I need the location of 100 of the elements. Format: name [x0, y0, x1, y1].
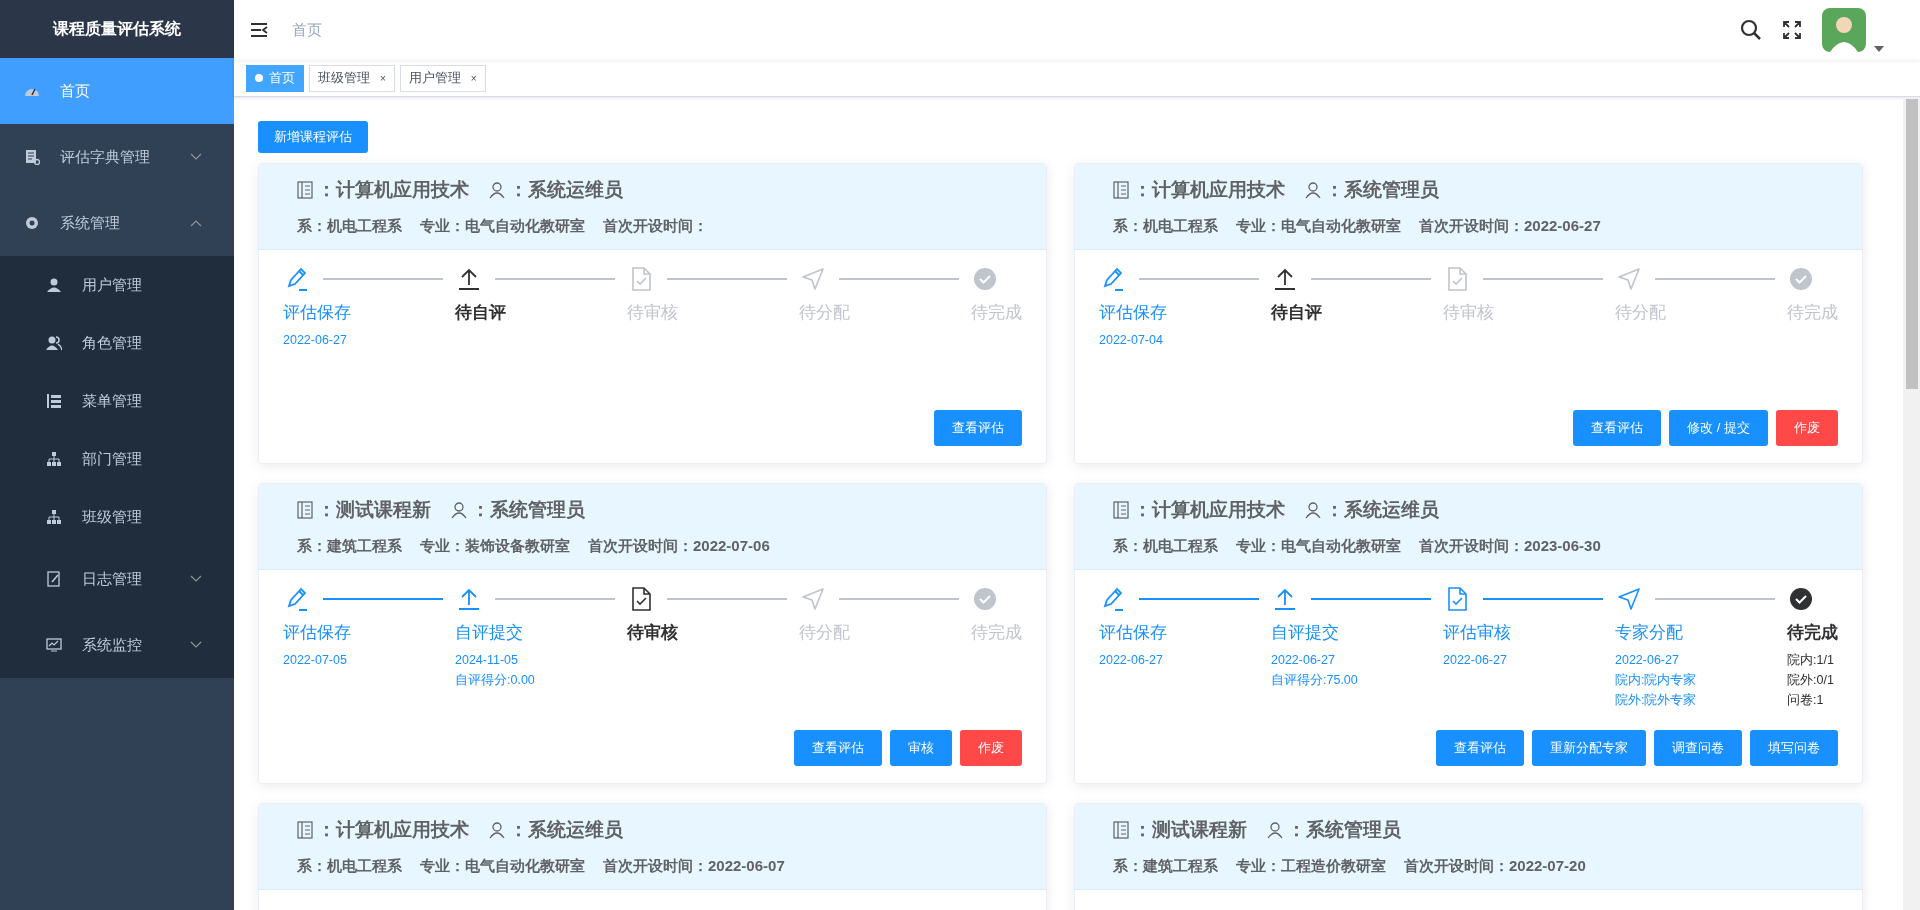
course-name: ：计算机应用技术: [1133, 498, 1285, 522]
action-button[interactable]: 填写问卷: [1750, 730, 1838, 766]
step-title: 待分配: [799, 302, 851, 324]
tree-table-icon: [46, 393, 62, 409]
step-title: 专家分配: [1615, 622, 1684, 644]
tag-tab[interactable]: 首页: [246, 64, 304, 92]
step-detail: 问卷:1: [1787, 691, 1824, 709]
submenu-item[interactable]: 部门管理: [0, 430, 234, 488]
user-name: ：系统管理员: [1325, 178, 1439, 202]
step-detail: 院内:院内专家: [1615, 671, 1698, 689]
step-detail: 2022-06-27: [283, 331, 348, 349]
step-title: 自评提交: [455, 622, 524, 644]
user-icon: [1305, 181, 1321, 199]
list-icon: [297, 501, 313, 520]
step-title: 待分配: [799, 622, 851, 644]
submenu-item[interactable]: 菜单管理: [0, 372, 234, 430]
user-name: ：系统运维员: [1325, 498, 1439, 522]
action-button[interactable]: 查看评估: [1436, 730, 1524, 766]
gear-icon: [24, 215, 40, 231]
submenu-item[interactable]: 日志管理: [0, 546, 234, 612]
major-text: 专业：电气自动化教研室: [420, 215, 585, 236]
step-title: 待完成: [1787, 622, 1838, 644]
step-title: 待审核: [627, 302, 679, 324]
list-icon: [1113, 821, 1129, 840]
course-name: ：测试课程新: [317, 498, 431, 522]
user-name: ：系统管理员: [471, 498, 585, 522]
submenu-item[interactable]: 角色管理: [0, 314, 234, 372]
course-name: ：测试课程新: [1133, 818, 1247, 842]
navigation-arrow-icon: [1615, 585, 1643, 613]
check-circle-icon: [1787, 265, 1815, 293]
step-title: 评估审核: [1443, 622, 1512, 644]
step-title: 待完成: [1787, 302, 1838, 324]
department-text: 系：机电工程系: [297, 215, 402, 236]
department-text: 系：建筑工程系: [297, 535, 402, 556]
action-button[interactable]: 查看评估: [1573, 410, 1662, 446]
search-icon[interactable]: [1740, 19, 1762, 41]
step-title: 评估保存: [283, 622, 352, 644]
action-button[interactable]: 查看评估: [794, 730, 882, 766]
step-detail: 2022-07-05: [283, 651, 348, 669]
caret-down-icon[interactable]: [1874, 46, 1884, 52]
course-name: ：计算机应用技术: [1133, 178, 1285, 202]
breadcrumb: 首页: [292, 19, 322, 40]
department-text: 系：机电工程系: [1113, 215, 1218, 236]
menu-item[interactable]: 评估字典管理: [0, 124, 234, 190]
action-button[interactable]: 作废: [960, 730, 1022, 766]
start-time-text: 首次开设时间：2022-07-06: [588, 535, 770, 556]
action-button[interactable]: 重新分配专家: [1532, 730, 1646, 766]
major-text: 专业：工程造价教研室: [1236, 855, 1386, 876]
menu-item[interactable]: 首页: [0, 58, 234, 124]
department-text: 系：建筑工程系: [1113, 855, 1218, 876]
user-icon: [489, 821, 505, 839]
avatar-icon[interactable]: [1822, 8, 1866, 52]
start-time-text: 首次开设时间：2022-06-27: [1419, 215, 1601, 236]
check-circle-icon: [971, 585, 999, 613]
list-icon: [1113, 181, 1129, 200]
close-icon[interactable]: ×: [470, 70, 477, 86]
major-text: 专业：电气自动化教研室: [420, 855, 585, 876]
action-button[interactable]: 调查问卷: [1654, 730, 1742, 766]
chevron-down-icon: [190, 641, 202, 649]
menu-fold-icon[interactable]: [250, 22, 268, 38]
step-detail: 2022-06-27: [1615, 651, 1680, 669]
tag-tab[interactable]: 班级管理 ×: [309, 64, 395, 92]
monitor-icon: [46, 637, 62, 653]
step-detail: 院外:0/1: [1787, 671, 1834, 689]
submenu-item[interactable]: 用户管理: [0, 256, 234, 314]
major-text: 专业：电气自动化教研室: [1236, 535, 1401, 556]
user-icon: [46, 277, 62, 293]
menu-item[interactable]: 系统管理: [0, 190, 234, 256]
fullscreen-icon[interactable]: [1782, 20, 1802, 40]
check-circle-icon: [1787, 585, 1815, 613]
action-button[interactable]: 审核: [890, 730, 952, 766]
start-time-text: 首次开设时间：2023-06-30: [1419, 535, 1601, 556]
users-icon: [46, 335, 62, 351]
close-icon[interactable]: ×: [380, 70, 386, 86]
step-title: 待审核: [1443, 302, 1495, 324]
action-button[interactable]: 修改 / 提交: [1669, 410, 1768, 446]
step-title: 待分配: [1615, 302, 1667, 324]
action-button[interactable]: 作废: [1776, 410, 1838, 446]
add-evaluation-button[interactable]: 新增课程评估: [258, 121, 368, 153]
step-title: 自评提交: [1271, 622, 1340, 644]
check-circle-icon: [971, 265, 999, 293]
step-title: 评估保存: [1099, 622, 1168, 644]
step-detail: 2022-06-27: [1099, 651, 1164, 669]
step-title: 评估保存: [283, 302, 352, 324]
notepad-icon: [46, 571, 62, 587]
action-button[interactable]: 查看评估: [934, 410, 1022, 446]
step-detail: 自评得分:0.00: [455, 671, 536, 689]
org-chart-icon: [46, 509, 62, 525]
step-detail: 2022-07-04: [1099, 331, 1164, 349]
submenu-item[interactable]: 班级管理: [0, 488, 234, 546]
start-time-text: 首次开设时间：2022-06-07: [603, 855, 785, 876]
submenu-item[interactable]: 系统监控: [0, 612, 234, 678]
step-title: 评估保存: [1099, 302, 1168, 324]
user-icon: [489, 181, 505, 199]
chevron-up-icon: [190, 219, 202, 227]
scrollbar[interactable]: [1903, 97, 1920, 910]
tag-tab[interactable]: 用户管理 ×: [399, 64, 486, 92]
user-name: ：系统管理员: [1287, 818, 1401, 842]
list-icon: [297, 821, 313, 840]
chevron-down-icon: [190, 575, 202, 583]
